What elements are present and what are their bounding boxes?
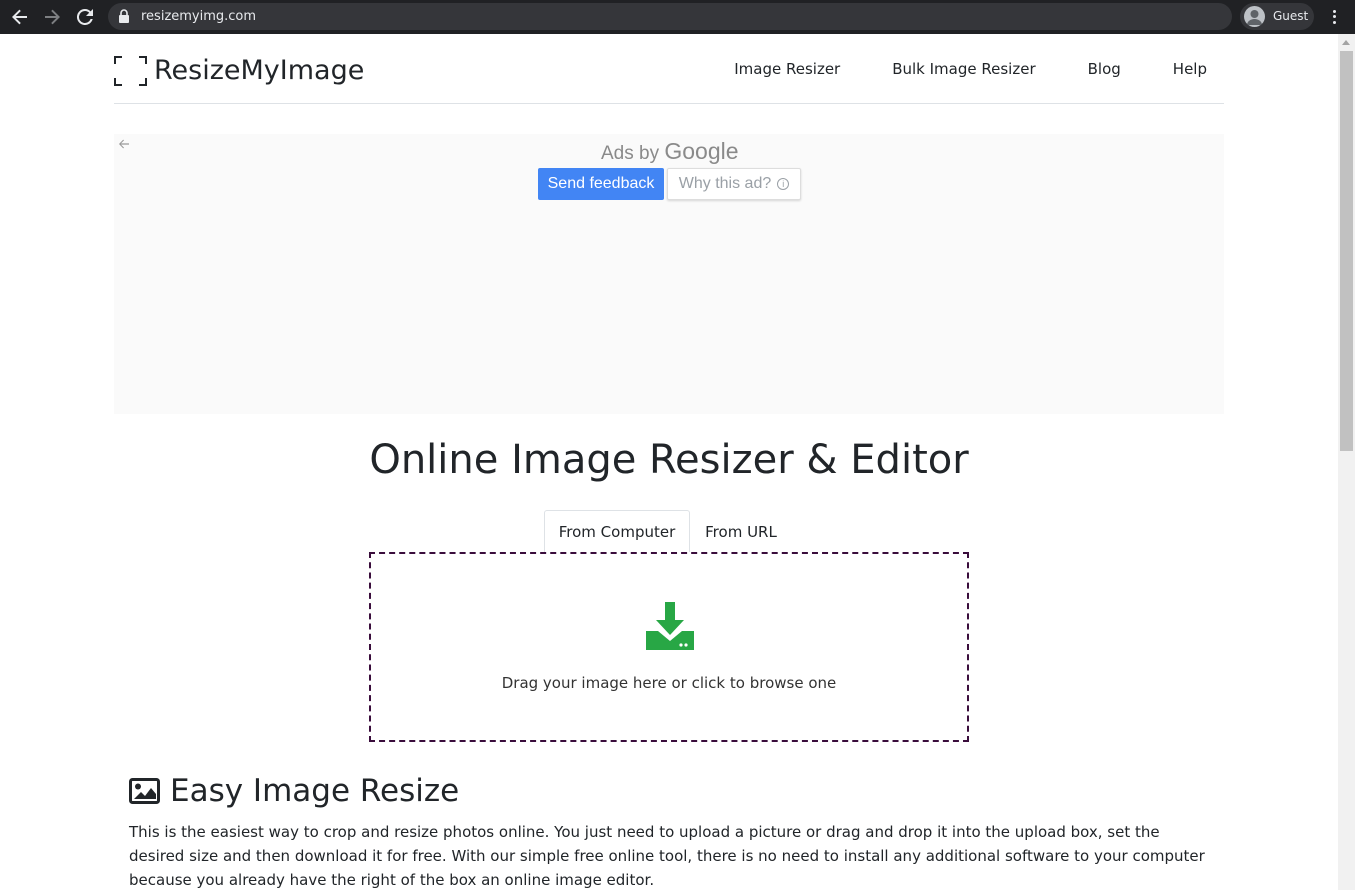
browser-toolbar: resizemyimg.com Guest [0,0,1355,34]
menu-dot-icon [1332,10,1336,14]
reload-button[interactable] [73,5,97,29]
ad-container: Ads by Google Send feedback Why this ad?… [114,134,1224,414]
menu-dot-icon [1332,20,1336,24]
browser-menu-button[interactable] [1324,6,1344,28]
crop-frame-icon [114,55,147,86]
download-icon [646,602,694,650]
site-header: ResizeMyImage Image Resizer Bulk Image R… [114,35,1224,104]
profile-label: Guest [1273,9,1309,23]
page-scrollbar[interactable] [1338,34,1355,890]
dropzone-hint: Drag your image here or click to browse … [501,674,837,692]
send-feedback-button[interactable]: Send feedback [538,168,664,200]
profile-button[interactable]: Guest [1240,3,1314,30]
scrollbar-thumb[interactable] [1340,51,1353,451]
back-button[interactable] [8,5,32,29]
lock-icon [119,9,129,23]
scroll-up-icon[interactable] [1342,40,1350,45]
avatar [1244,6,1265,27]
section-heading: Easy Image Resize [129,773,459,809]
google-wordmark: Google [664,138,739,164]
site-logo[interactable]: ResizeMyImage [114,55,364,86]
nav-help[interactable]: Help [1156,60,1224,78]
arrow-right-icon [45,9,60,25]
section-body-text: This is the easiest way to crop and resi… [129,823,1205,889]
section-title-text: Easy Image Resize [170,773,460,809]
forward-button[interactable] [40,5,64,29]
menu-dot-icon [1332,15,1336,19]
ad-back-icon[interactable] [118,138,130,150]
nav-image-resizer[interactable]: Image Resizer [717,60,857,78]
why-this-ad-label: Why this ad? [678,175,772,192]
ads-by-google-label: Ads by Google [601,138,739,165]
image-icon [129,778,160,804]
ads-by-text: Ads by [601,143,660,164]
page-title: Online Image Resizer & Editor [369,437,969,483]
arrow-left-icon [12,9,27,25]
logo-text: ResizeMyImage [154,55,365,86]
why-this-ad-button[interactable]: Why this ad? i [667,168,801,200]
nav-bulk-image-resizer[interactable]: Bulk Image Resizer [875,60,1052,78]
upload-dropzone[interactable]: Drag your image here or click to browse … [369,552,969,742]
nav-blog[interactable]: Blog [1071,60,1138,78]
person-icon [1247,10,1262,25]
info-icon: i [777,178,790,190]
main-nav: Image Resizer Bulk Image Resizer Blog He… [699,60,1224,78]
reload-icon [77,9,93,25]
address-bar[interactable]: resizemyimg.com [108,3,1232,30]
tab-from-computer[interactable]: From Computer [544,510,690,553]
tab-from-url[interactable]: From URL [694,510,788,553]
url-text: resizemyimg.com [141,9,257,24]
